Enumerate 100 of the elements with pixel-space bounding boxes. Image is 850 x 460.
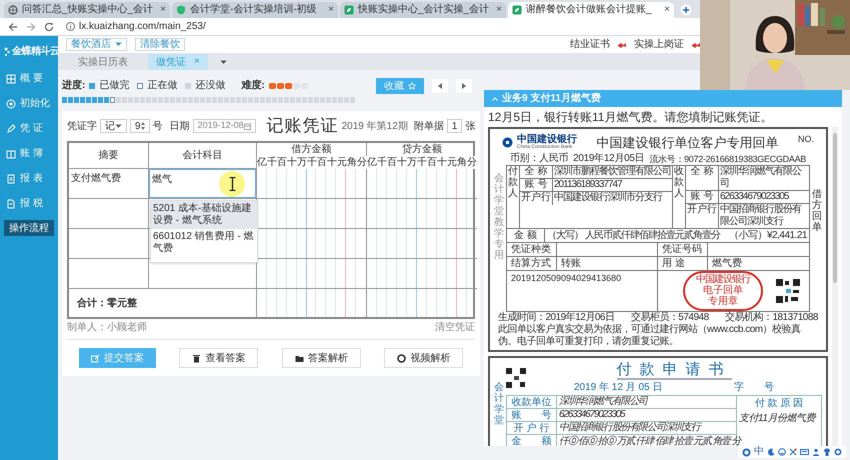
- attachment-field[interactable]: 1: [446, 119, 462, 133]
- attachment-suffix: 张: [465, 120, 476, 134]
- digit-header: 百: [387, 156, 397, 169]
- amount-in-figures: （小写）¥2,441.21: [728, 228, 808, 242]
- currency-text: 币别：人民币: [510, 152, 568, 164]
- field-value: 中国建设银行深圳市分支行: [553, 192, 663, 204]
- sidebar-item[interactable]: 初始化: [0, 91, 58, 116]
- scrollbar-thumb[interactable]: [833, 133, 837, 283]
- smiley-icon: [778, 448, 786, 456]
- globe-icon: [8, 5, 18, 15]
- forward-icon: [26, 22, 36, 32]
- certificate-link[interactable]: 结业证书: [570, 37, 610, 52]
- close-button[interactable]: ×: [496, 5, 502, 15]
- pen-icon: [6, 124, 16, 134]
- clear-voucher-link[interactable]: 清空凭证: [435, 320, 475, 334]
- voucher-word-label: 凭证字: [67, 120, 97, 134]
- reason-label: 付 款 原 因: [754, 396, 804, 410]
- browser-tab[interactable]: 快账实操中心_会计实操_会计 ×: [340, 2, 506, 18]
- browser-tab[interactable]: 会计学堂-会计实操培训-初级 ×: [172, 2, 338, 18]
- account-input[interactable]: 燃气: [149, 169, 256, 198]
- caret-icon: [115, 42, 122, 47]
- teller-text: 交易柜员：574948: [630, 312, 709, 324]
- file-icon: [6, 198, 16, 208]
- action-button[interactable]: 查看答案: [179, 348, 258, 368]
- bank-name: 中国建设银行: [517, 135, 577, 146]
- suggestion-option[interactable]: 6601012 销售费用 - 燃气费: [151, 229, 257, 257]
- field-label: 全 称: [524, 166, 548, 178]
- voucher-word-select[interactable]: 记: [100, 119, 127, 133]
- input-method-indicator[interactable]: 中: [754, 447, 764, 457]
- serial-number: 流水号：9072-26166819383GECGDAAB: [649, 152, 806, 164]
- qr-code: [506, 368, 526, 388]
- browser-tab[interactable]: 问答汇总_快账实操中心_会计 ×: [4, 2, 170, 18]
- number-label: NO.: [798, 133, 814, 146]
- digit-header: 元: [447, 156, 457, 169]
- text-cursor-icon: [228, 177, 236, 191]
- stamp-text: 电子回单: [703, 285, 743, 296]
- digit-header: 百: [317, 156, 327, 169]
- browser-tab[interactable]: 谢醉餐饮会计做账会计提账_ ×: [508, 2, 674, 18]
- field-value: 深圳市鹏程餐饮管理有限公司: [553, 166, 672, 178]
- field-value: 仟⓪ 佰⓪ 拾⓪ 万贰 仟肆 佰肆 拾壹 元贰 角壹 分: [558, 434, 742, 446]
- voucher-number-field[interactable]: 9: [130, 119, 150, 133]
- period-label: 2019 年第12期: [342, 120, 408, 134]
- digit-header: 角: [347, 156, 357, 169]
- calendar-icon: [244, 122, 251, 130]
- field-value: 201136189337747: [553, 178, 623, 190]
- star-icon: [408, 82, 416, 90]
- sidebar-item[interactable]: 概 要: [0, 66, 58, 91]
- field-label: 账 号: [524, 178, 548, 190]
- legend-label: 正在做: [147, 79, 178, 93]
- column-header: 贷方金额: [401, 143, 443, 156]
- qr-code: [775, 278, 801, 304]
- flow-button[interactable]: 操作流程: [4, 220, 54, 236]
- new-tab-icon: [680, 4, 692, 16]
- next-button[interactable]: [456, 79, 472, 93]
- date-field[interactable]: 2019-12-08: [192, 119, 256, 133]
- field-value: 深圳华润燃气有限公司: [558, 394, 649, 409]
- payer-label: 付款人: [508, 166, 518, 200]
- receipt-date: 2019年12月05日: [573, 152, 644, 164]
- close-button[interactable]: ×: [664, 5, 670, 15]
- suggestion-option[interactable]: 5201 成本-基础设施建设费 - 燃气系统: [151, 201, 257, 229]
- sidebar-item[interactable]: 报 表: [0, 166, 58, 191]
- back-icon: [8, 22, 18, 32]
- sidebar-item[interactable]: 凭 证: [0, 116, 58, 141]
- field-label: 金 额: [507, 434, 557, 446]
- field-label: 结算方式: [507, 256, 557, 270]
- industry-dropdown[interactable]: 餐饮酒店: [66, 38, 127, 51]
- amount-in-words: （大写） 人民币贰仟肆佰肆拾壹元贰角壹分: [546, 228, 722, 242]
- close-button[interactable]: ×: [160, 5, 166, 15]
- caret-icon: [220, 60, 227, 64]
- field-value: 626334679023305: [558, 408, 626, 422]
- digit-header: 元: [337, 156, 347, 169]
- field-label: 用 途: [658, 256, 708, 270]
- leaf-icon: [344, 5, 354, 15]
- certificate-link[interactable]: 实操上岗证: [634, 37, 684, 52]
- page-tab[interactable]: 实操日历表: [70, 54, 136, 70]
- shield-icon: [176, 5, 186, 15]
- reference-number: 2019120509094029413680: [511, 272, 622, 282]
- book-icon: [6, 148, 16, 158]
- reload-icon: [44, 22, 54, 32]
- task-description: 12月5日，银行转账11月燃气费。请您填制记账凭证。: [488, 109, 774, 126]
- current-step-marker: [110, 97, 115, 103]
- clear-button[interactable]: 清除餐饮: [135, 38, 185, 51]
- digit-header: 百: [427, 156, 437, 169]
- attachment-label: 附单据: [414, 120, 444, 134]
- legend-filled-square-icon: [89, 82, 96, 88]
- digit-header: 十: [397, 156, 407, 169]
- sidebar-item[interactable]: 报 税: [0, 191, 58, 216]
- voucher-title: 记账凭证: [266, 115, 339, 138]
- trash-icon: [192, 354, 202, 362]
- previous-icon: [438, 83, 442, 89]
- digit-header: 十: [287, 156, 297, 169]
- action-button[interactable]: 视频解析: [384, 348, 464, 368]
- field-value: 转账: [560, 256, 582, 270]
- bank-logo-icon: [502, 137, 513, 148]
- action-button[interactable]: 答案解析: [282, 348, 361, 368]
- sidebar-item[interactable]: 账 簿: [0, 141, 58, 166]
- shirt-icon: [823, 448, 831, 456]
- close-button[interactable]: ×: [328, 5, 334, 15]
- field-value: 626334679023305: [719, 190, 790, 202]
- previous-button[interactable]: [432, 79, 448, 93]
